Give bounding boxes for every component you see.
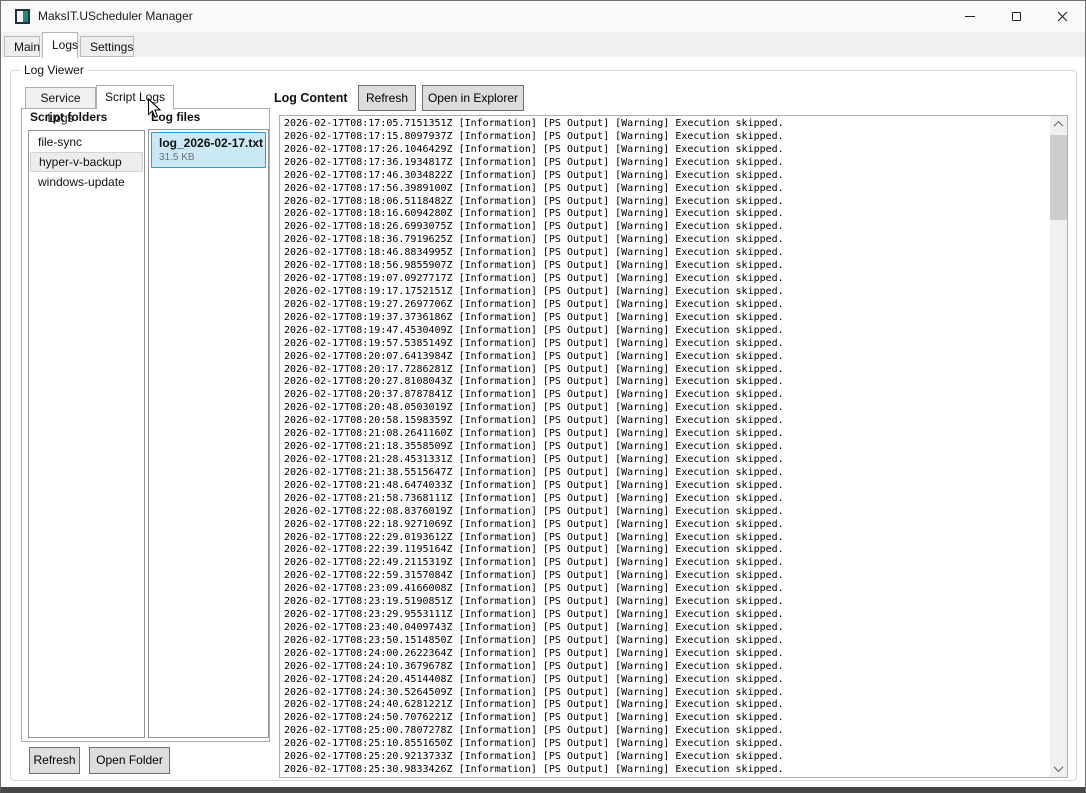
chevron-up-icon: [1054, 121, 1064, 131]
log-line: 2026-02-17T08:22:59.3157084Z [Informatio…: [284, 570, 1049, 583]
log-line: 2026-02-17T08:18:36.7919625Z [Informatio…: [284, 234, 1049, 247]
log-line: 2026-02-17T08:18:46.8834995Z [Informatio…: [284, 247, 1049, 260]
open-folder-button[interactable]: Open Folder: [89, 747, 170, 774]
scrollbar-thumb[interactable]: [1050, 135, 1067, 220]
tab-settings[interactable]: Settings: [80, 36, 134, 57]
log-file-size: 31.5 KB: [159, 152, 260, 163]
log-line: 2026-02-17T08:20:37.8787841Z [Informatio…: [284, 389, 1049, 402]
log-line: 2026-02-17T08:17:15.8097937Z [Informatio…: [284, 131, 1049, 144]
log-line: 2026-02-17T08:23:50.1514850Z [Informatio…: [284, 635, 1049, 648]
mouse-cursor-icon: [147, 98, 162, 120]
log-file-item[interactable]: log_2026-02-17.txt 31.5 KB: [151, 132, 266, 168]
log-line: 2026-02-17T08:24:10.3679678Z [Informatio…: [284, 661, 1049, 674]
log-line: 2026-02-17T08:24:00.2622364Z [Informatio…: [284, 648, 1049, 661]
log-line: 2026-02-17T08:23:19.5190851Z [Informatio…: [284, 596, 1049, 609]
log-line: 2026-02-17T08:22:18.9271069Z [Informatio…: [284, 519, 1049, 532]
log-line: 2026-02-17T08:17:56.3989100Z [Informatio…: [284, 183, 1049, 196]
log-line: 2026-02-17T08:25:30.9833426Z [Informatio…: [284, 764, 1049, 777]
log-line: 2026-02-17T08:22:39.1195164Z [Informatio…: [284, 544, 1049, 557]
log-line: 2026-02-17T08:18:56.9855907Z [Informatio…: [284, 260, 1049, 273]
log-line: 2026-02-17T08:20:58.1598359Z [Informatio…: [284, 415, 1049, 428]
tab-script-logs[interactable]: Script Logs: [96, 85, 174, 109]
log-line: 2026-02-17T08:24:50.7076221Z [Informatio…: [284, 712, 1049, 725]
tab-main[interactable]: Main: [4, 36, 40, 57]
log-text: 2026-02-17T08:17:05.7151351Z [Informatio…: [284, 118, 1049, 777]
tab-logs[interactable]: Logs: [42, 32, 78, 58]
log-content-textbox[interactable]: 2026-02-17T08:17:05.7151351Z [Informatio…: [279, 115, 1068, 778]
log-line: 2026-02-17T08:21:48.6474033Z [Informatio…: [284, 480, 1049, 493]
log-line: 2026-02-17T08:25:10.8551650Z [Informatio…: [284, 738, 1049, 751]
log-line: 2026-02-17T08:18:16.6094280Z [Informatio…: [284, 208, 1049, 221]
log-content-label: Log Content: [274, 91, 348, 105]
refresh-folders-button[interactable]: Refresh: [29, 747, 80, 774]
log-line: 2026-02-17T08:21:08.2641160Z [Informatio…: [284, 428, 1049, 441]
log-line: 2026-02-17T08:18:26.6993075Z [Informatio…: [284, 221, 1049, 234]
log-line: 2026-02-17T08:19:57.5385149Z [Informatio…: [284, 338, 1049, 351]
open-in-explorer-button[interactable]: Open in Explorer: [422, 85, 524, 111]
scroll-up-button[interactable]: [1050, 116, 1067, 133]
app-icon: [15, 9, 30, 24]
log-line: 2026-02-17T08:17:05.7151351Z [Informatio…: [284, 118, 1049, 131]
close-icon: [1057, 11, 1068, 22]
refresh-log-button[interactable]: Refresh: [358, 85, 416, 111]
log-line: 2026-02-17T08:18:06.5118482Z [Informatio…: [284, 196, 1049, 209]
log-line: 2026-02-17T08:22:49.2115319Z [Informatio…: [284, 557, 1049, 570]
minimize-button[interactable]: [947, 1, 993, 32]
main-tabstrip: Main Logs Settings: [1, 32, 1085, 57]
log-line: 2026-02-17T08:19:07.0927717Z [Informatio…: [284, 273, 1049, 286]
log-line: 2026-02-17T08:23:29.9553111Z [Informatio…: [284, 609, 1049, 622]
log-line: 2026-02-17T08:19:27.2697706Z [Informatio…: [284, 299, 1049, 312]
window-controls: [947, 1, 1085, 32]
log-line: 2026-02-17T08:25:20.9213733Z [Informatio…: [284, 751, 1049, 764]
log-line: 2026-02-17T08:20:48.0503019Z [Informatio…: [284, 402, 1049, 415]
log-line: 2026-02-17T08:20:17.7286281Z [Informatio…: [284, 364, 1049, 377]
log-line: 2026-02-17T08:24:40.6281221Z [Informatio…: [284, 699, 1049, 712]
vertical-scrollbar[interactable]: [1050, 116, 1067, 777]
scroll-down-button[interactable]: [1050, 760, 1067, 777]
log-line: 2026-02-17T08:21:28.4531331Z [Informatio…: [284, 454, 1049, 467]
chevron-down-icon: [1054, 762, 1064, 772]
window-title: MaksIT.UScheduler Manager: [38, 1, 193, 32]
log-line: 2026-02-17T08:19:47.4530409Z [Informatio…: [284, 325, 1049, 338]
minimize-icon: [965, 16, 975, 17]
log-line: 2026-02-17T08:23:40.0409743Z [Informatio…: [284, 622, 1049, 635]
log-line: 2026-02-17T08:19:17.1752151Z [Informatio…: [284, 286, 1049, 299]
maximize-icon: [1012, 12, 1021, 21]
log-line: 2026-02-17T08:23:09.4166008Z [Informatio…: [284, 583, 1049, 596]
log-line: 2026-02-17T08:24:20.4514408Z [Informatio…: [284, 674, 1049, 687]
log-line: 2026-02-17T08:19:37.3736186Z [Informatio…: [284, 312, 1049, 325]
folder-item[interactable]: file-sync: [30, 132, 143, 152]
log-line: 2026-02-17T08:20:07.6413984Z [Informatio…: [284, 351, 1049, 364]
log-file-name: log_2026-02-17.txt: [159, 136, 260, 150]
log-files-list[interactable]: log_2026-02-17.txt 31.5 KB: [148, 129, 269, 738]
script-folders-list[interactable]: file-synchyper-v-backupwindows-update: [28, 130, 145, 738]
app-window: MaksIT.UScheduler Manager Main Logs Sett…: [0, 0, 1086, 793]
log-line: 2026-02-17T08:21:18.3558509Z [Informatio…: [284, 441, 1049, 454]
title-bar: MaksIT.UScheduler Manager: [1, 1, 1085, 32]
folder-item[interactable]: windows-update: [30, 172, 143, 192]
log-line: 2026-02-17T08:21:58.7368111Z [Informatio…: [284, 493, 1049, 506]
log-line: 2026-02-17T08:17:36.1934817Z [Informatio…: [284, 157, 1049, 170]
log-line: 2026-02-17T08:17:46.3034822Z [Informatio…: [284, 170, 1049, 183]
log-line: 2026-02-17T08:22:29.0193612Z [Informatio…: [284, 532, 1049, 545]
tab-service-logs[interactable]: Service Logs: [25, 87, 96, 109]
log-line: 2026-02-17T08:22:08.8376019Z [Informatio…: [284, 506, 1049, 519]
close-button[interactable]: [1039, 1, 1085, 32]
log-line: 2026-02-17T08:24:30.5264509Z [Informatio…: [284, 687, 1049, 700]
log-line: 2026-02-17T08:25:00.7807278Z [Informatio…: [284, 725, 1049, 738]
log-line: 2026-02-17T08:17:26.1046429Z [Informatio…: [284, 144, 1049, 157]
maximize-button[interactable]: [993, 1, 1039, 32]
log-line: 2026-02-17T08:21:38.5515647Z [Informatio…: [284, 467, 1049, 480]
folder-item[interactable]: hyper-v-backup: [30, 152, 143, 172]
log-line: 2026-02-17T08:20:27.8108043Z [Informatio…: [284, 376, 1049, 389]
log-viewer-label: Log Viewer: [20, 63, 88, 77]
